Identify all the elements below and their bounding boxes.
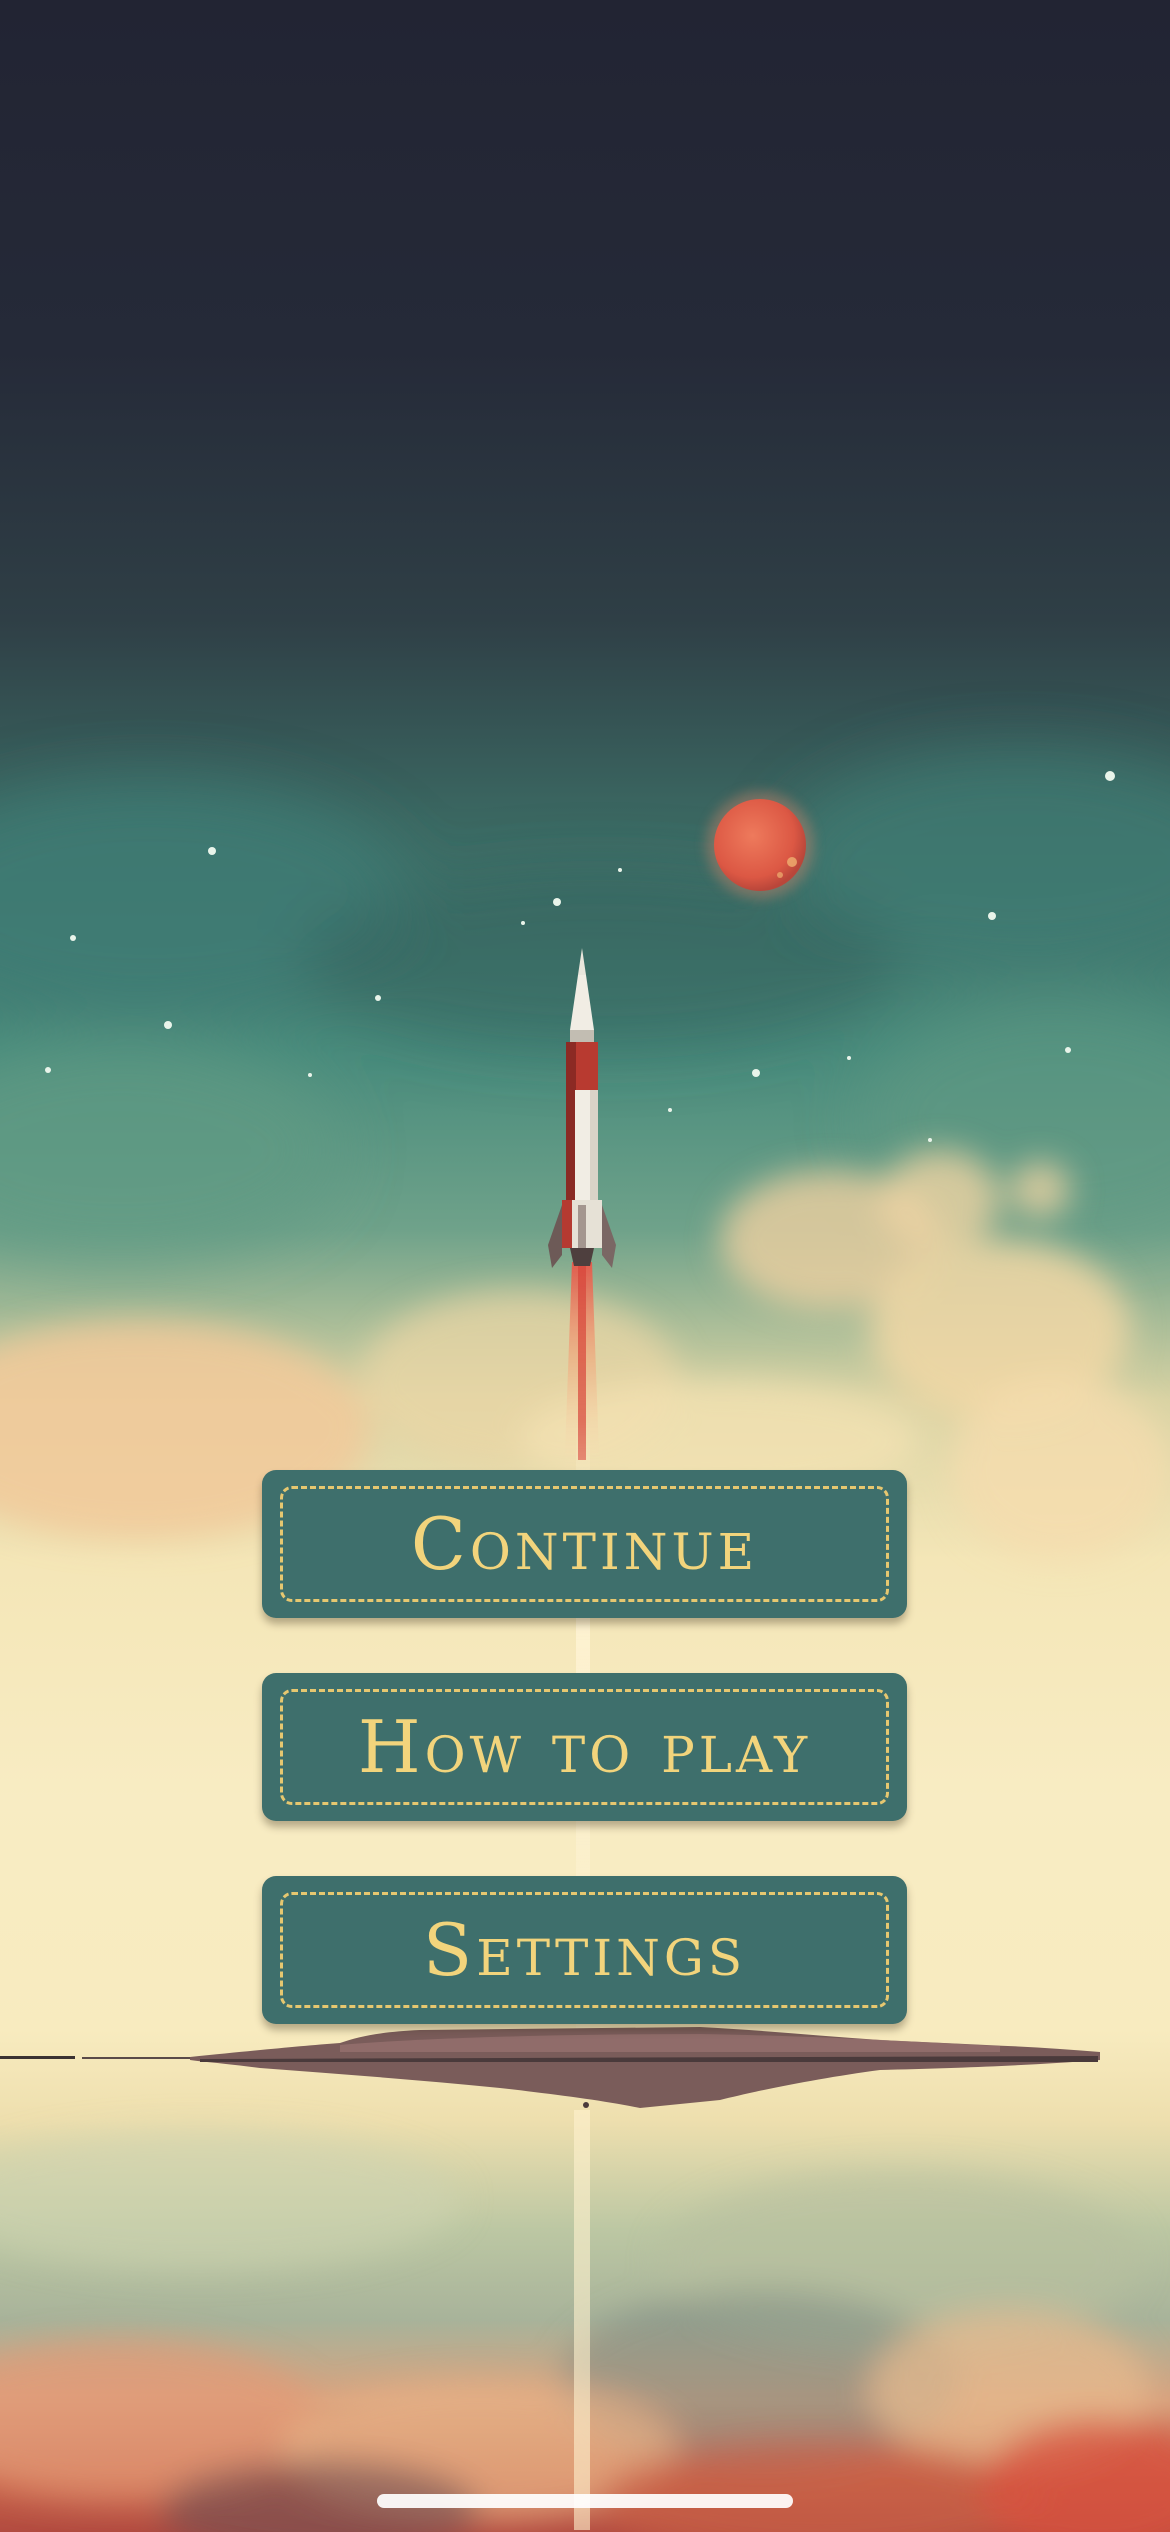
- how-to-play-button[interactable]: How to play: [262, 1673, 907, 1821]
- settings-button-label: Settings: [422, 1908, 747, 1992]
- home-indicator-bar[interactable]: [377, 2494, 793, 2508]
- horizon-island: [0, 2027, 1100, 2108]
- continue-button-label: Continue: [410, 1502, 759, 1586]
- space-launch-background: [0, 750, 1170, 2532]
- reflected-trail: [574, 2110, 590, 2530]
- button-dashed-border: Continue: [280, 1486, 889, 1602]
- game-main-menu-screen: Continue How to play Settings: [0, 0, 1170, 2532]
- how-to-play-button-label: How to play: [357, 1705, 812, 1789]
- continue-button[interactable]: Continue: [262, 1470, 907, 1618]
- button-dashed-border: Settings: [280, 1892, 889, 2008]
- button-dashed-border: How to play: [280, 1689, 889, 1805]
- red-planet: [706, 791, 814, 899]
- settings-button[interactable]: Settings: [262, 1876, 907, 2024]
